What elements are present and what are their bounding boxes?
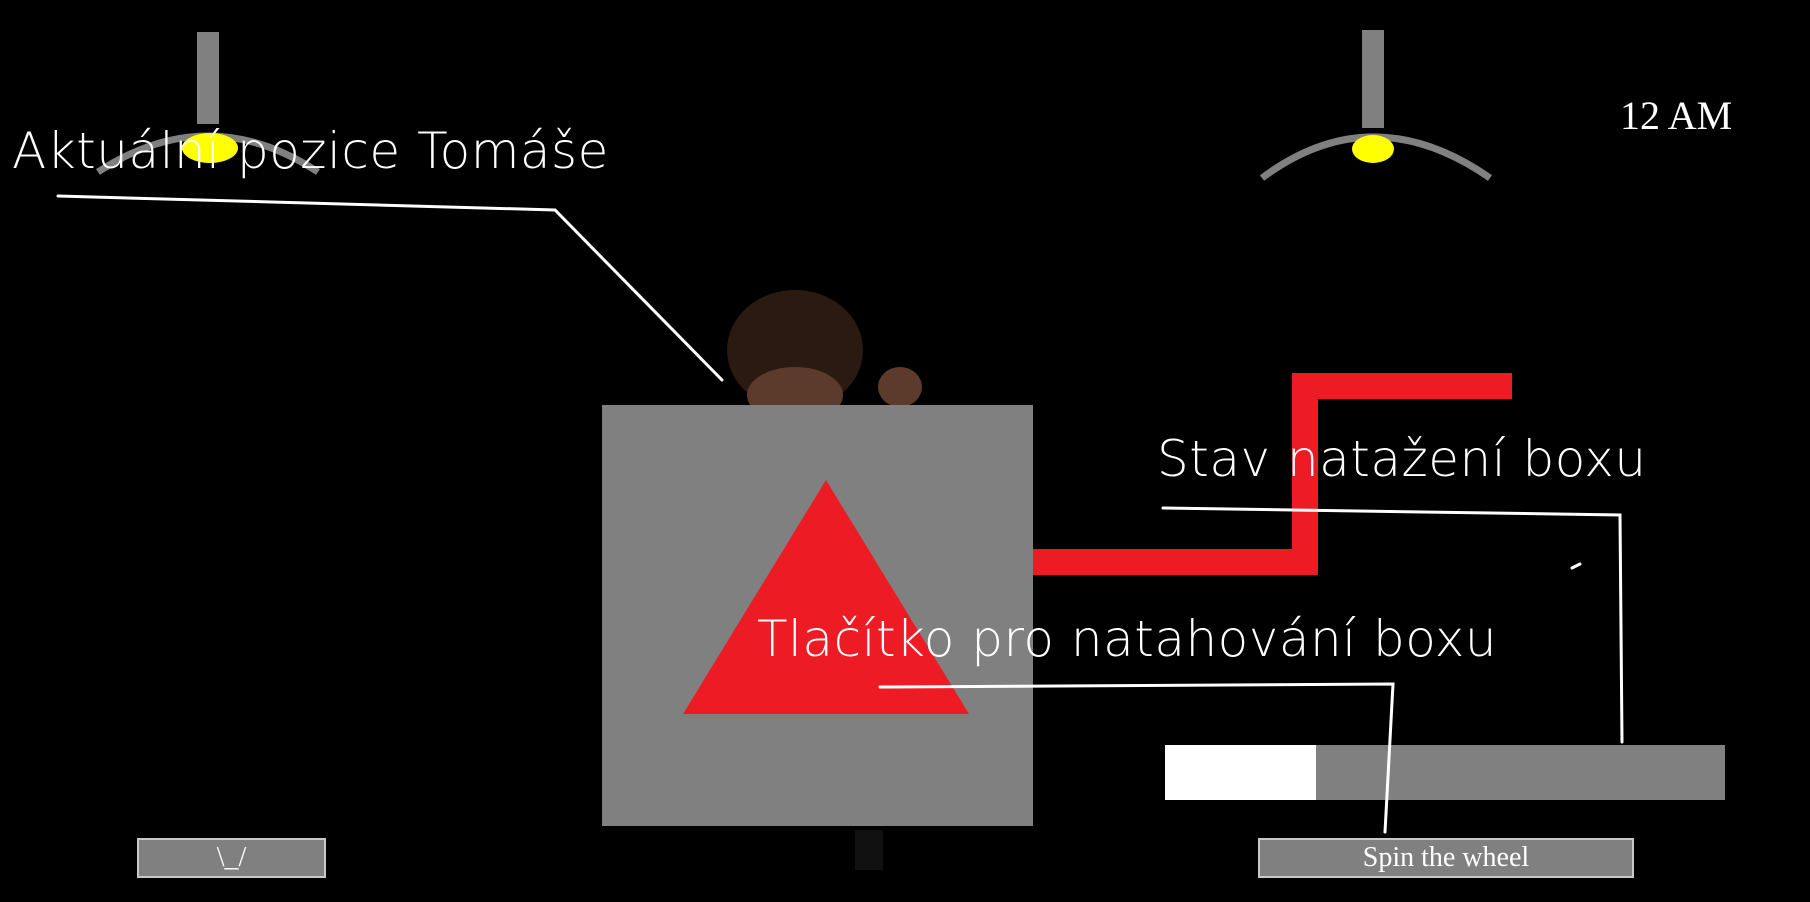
- annotation-box-wind-state: Stav natažení boxu: [1157, 430, 1647, 488]
- annotation-line-wind-button: [878, 682, 1395, 834]
- annotation-tomas-position: Aktuální pozice Tomáše: [12, 122, 609, 180]
- annotation-mark: [1570, 562, 1582, 570]
- annotation-wind-button: Tlačítko pro natahování boxu: [757, 610, 1498, 668]
- annotation-line-tomas: [56, 194, 724, 382]
